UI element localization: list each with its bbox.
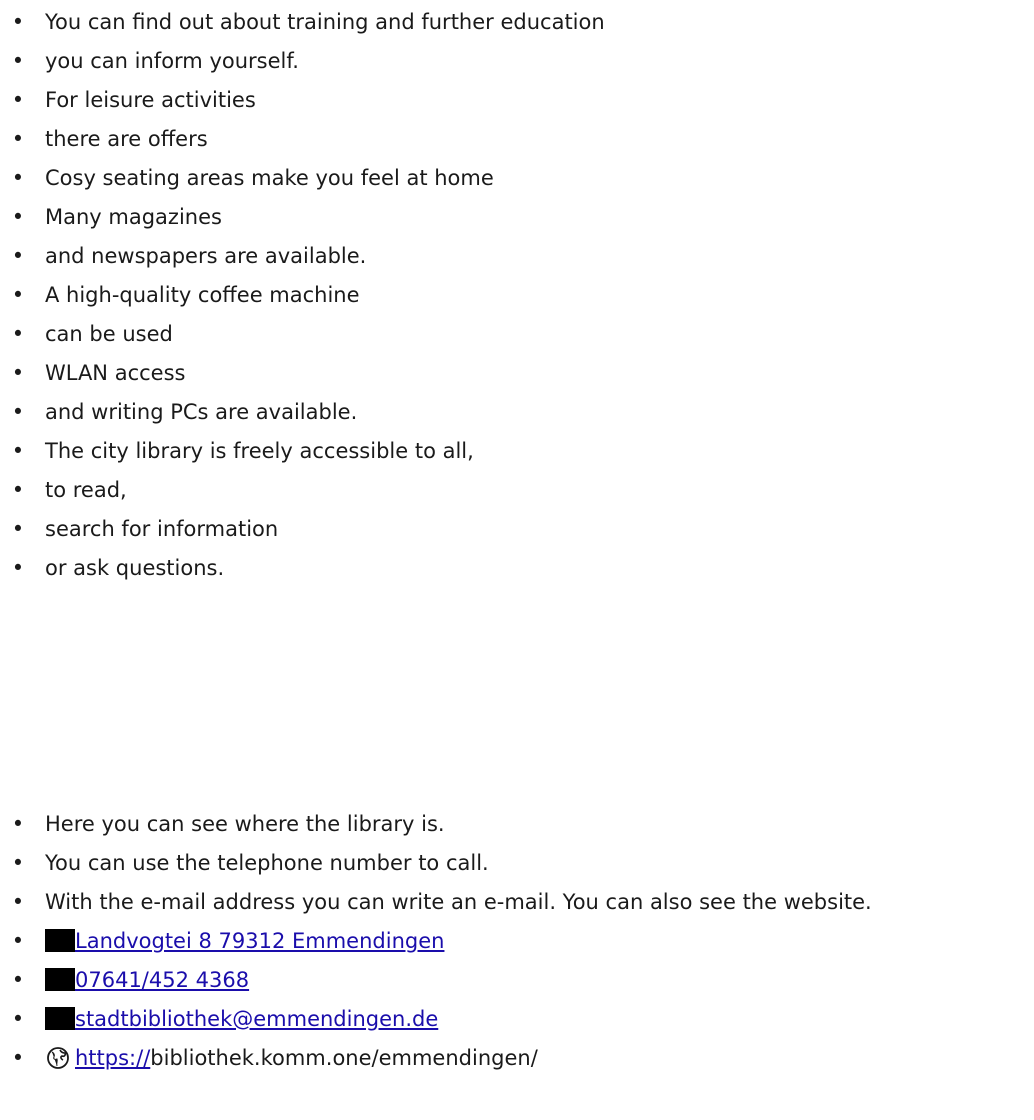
phone-item: • 07641/452 4368 [0,961,872,1000]
list-item: • You can find out about training and fur… [0,3,605,42]
list-item: • you can inform yourself. [0,42,605,81]
bullet: • [11,361,25,385]
location-icon [45,929,75,952]
mail-icon [45,1007,75,1030]
info-list: • You can find out about training and fur… [0,3,605,588]
address-link[interactable]: Landvogtei 8 79312 Emmendingen [75,929,444,953]
bullet: • [11,968,25,992]
bullet: • [11,400,25,424]
list-item-text: search for information [45,517,279,541]
list-item-text: You can find out about training and furt… [45,10,605,34]
bullet: • [11,851,25,875]
contact-list: • Here you can see where the library is. … [0,805,872,1078]
list-item: • With the e-mail address you can write a… [0,883,872,922]
list-item-text: and newspapers are available. [45,244,367,268]
list-item: • can be used [0,315,605,354]
list-item-text: there are offers [45,127,208,151]
list-item-text: or ask questions. [45,556,225,580]
list-item: • and newspapers are available. [0,237,605,276]
bullet: • [11,127,25,151]
list-item-text: you can inform yourself. [45,49,299,73]
website-link[interactable]: https:// [75,1046,150,1070]
bullet: • [11,1046,25,1070]
email-item: • stadtbibliothek@emmendingen.de [0,1000,872,1039]
list-item: • there are offers [0,120,605,159]
bullet: • [11,166,25,190]
bullet: • [11,205,25,229]
list-item-text: and writing PCs are available. [45,400,358,424]
bullet: • [11,244,25,268]
list-item: • You can use the telephone number to cal… [0,844,872,883]
bullet: • [11,322,25,346]
list-item: • Many magazines [0,198,605,237]
list-item: • or ask questions. [0,549,605,588]
list-item-text: to read, [45,478,127,502]
list-item-text: A high-quality coffee machine [45,283,360,307]
list-item-text: can be used [45,322,173,346]
bullet: • [11,812,25,836]
list-item: • WLAN access [0,354,605,393]
bullet: • [11,929,25,953]
list-item-text: WLAN access [45,361,186,385]
bullet: • [11,439,25,463]
contact-intro-text: With the e-mail address you can write an… [45,890,872,914]
list-item: • The city library is freely accessible t… [0,432,605,471]
list-item-text: Cosy seating areas make you feel at home [45,166,494,190]
bullet: • [11,88,25,112]
bullet: • [11,283,25,307]
bullet: • [11,1007,25,1031]
bullet: • [11,49,25,73]
list-item-text: For leisure activities [45,88,256,112]
bullet: • [11,556,25,580]
email-link[interactable]: stadtbibliothek@emmendingen.de [75,1007,438,1031]
bullet: • [11,890,25,914]
list-item: • A high-quality coffee machine [0,276,605,315]
bullet: • [11,10,25,34]
list-item: • Cosy seating areas make you feel at hom… [0,159,605,198]
website-item: • https://bibliothek.komm.one/emmendingen… [0,1039,872,1078]
phone-icon [45,968,75,991]
contact-intro-text: Here you can see where the library is. [45,812,445,836]
contact-intro-text: You can use the telephone number to call… [45,851,489,875]
globe-icon [45,1046,75,1070]
website-url-text: bibliothek.komm.one/emmendingen/ [150,1046,538,1070]
list-item-text: The city library is freely accessible to… [45,439,474,463]
bullet: • [11,517,25,541]
list-item-text: Many magazines [45,205,222,229]
list-item: • search for information [0,510,605,549]
list-item: • and writing PCs are available. [0,393,605,432]
list-item: • For leisure activities [0,81,605,120]
phone-link[interactable]: 07641/452 4368 [75,968,249,992]
list-item: • to read, [0,471,605,510]
address-item: • Landvogtei 8 79312 Emmendingen [0,922,872,961]
list-item: • Here you can see where the library is. [0,805,872,844]
bullet: • [11,478,25,502]
